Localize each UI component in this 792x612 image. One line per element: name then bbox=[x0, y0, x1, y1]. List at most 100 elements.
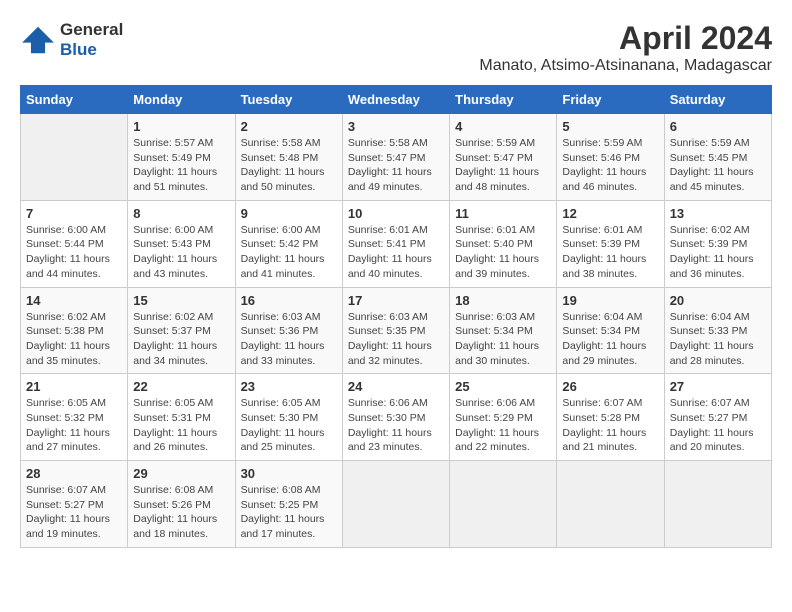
header-row: SundayMondayTuesdayWednesdayThursdayFrid… bbox=[21, 86, 772, 114]
day-cell: 15 Sunrise: 6:02 AMSunset: 5:37 PMDayligh… bbox=[128, 287, 235, 374]
day-number: 14 bbox=[26, 293, 122, 308]
day-info: Sunrise: 6:06 AMSunset: 5:30 PMDaylight:… bbox=[348, 396, 444, 455]
day-number: 28 bbox=[26, 466, 122, 481]
day-cell: 11 Sunrise: 6:01 AMSunset: 5:40 PMDayligh… bbox=[450, 200, 557, 287]
day-info: Sunrise: 6:05 AMSunset: 5:31 PMDaylight:… bbox=[133, 396, 229, 455]
day-info: Sunrise: 6:04 AMSunset: 5:34 PMDaylight:… bbox=[562, 310, 658, 369]
day-info: Sunrise: 6:03 AMSunset: 5:35 PMDaylight:… bbox=[348, 310, 444, 369]
day-cell: 13Sunrise: 6:02 AMSunset: 5:39 PMDayligh… bbox=[664, 200, 771, 287]
day-cell bbox=[21, 114, 128, 201]
day-info: Sunrise: 5:58 AMSunset: 5:47 PMDaylight:… bbox=[348, 136, 444, 195]
day-info: Sunrise: 6:07 AMSunset: 5:28 PMDaylight:… bbox=[562, 396, 658, 455]
day-info: Sunrise: 6:05 AMSunset: 5:30 PMDaylight:… bbox=[241, 396, 337, 455]
day-number: 18 bbox=[455, 293, 551, 308]
week-row-5: 28 Sunrise: 6:07 AMSunset: 5:27 PMDayligh… bbox=[21, 461, 772, 548]
day-cell: 19 Sunrise: 6:04 AMSunset: 5:34 PMDayligh… bbox=[557, 287, 664, 374]
col-header-tuesday: Tuesday bbox=[235, 86, 342, 114]
day-number: 22 bbox=[133, 379, 229, 394]
day-cell: 29Sunrise: 6:08 AMSunset: 5:26 PMDayligh… bbox=[128, 461, 235, 548]
day-info: Sunrise: 6:07 AMSunset: 5:27 PMDaylight:… bbox=[26, 483, 122, 542]
day-cell: 27Sunrise: 6:07 AMSunset: 5:27 PMDayligh… bbox=[664, 374, 771, 461]
day-number: 16 bbox=[241, 293, 337, 308]
day-number: 6 bbox=[670, 119, 766, 134]
day-info: Sunrise: 6:00 AMSunset: 5:42 PMDaylight:… bbox=[241, 223, 337, 282]
logo-text: General Blue bbox=[60, 20, 123, 60]
day-cell bbox=[664, 461, 771, 548]
day-number: 13 bbox=[670, 206, 766, 221]
day-number: 3 bbox=[348, 119, 444, 134]
day-number: 21 bbox=[26, 379, 122, 394]
day-cell: 21Sunrise: 6:05 AMSunset: 5:32 PMDayligh… bbox=[21, 374, 128, 461]
page-header: General Blue April 2024 Manato, Atsimo-A… bbox=[20, 20, 772, 75]
day-cell: 17 Sunrise: 6:03 AMSunset: 5:35 PMDayligh… bbox=[342, 287, 449, 374]
day-number: 30 bbox=[241, 466, 337, 481]
logo-icon bbox=[20, 25, 56, 55]
day-number: 4 bbox=[455, 119, 551, 134]
col-header-saturday: Saturday bbox=[664, 86, 771, 114]
day-number: 11 bbox=[455, 206, 551, 221]
day-number: 5 bbox=[562, 119, 658, 134]
week-row-3: 14Sunrise: 6:02 AMSunset: 5:38 PMDayligh… bbox=[21, 287, 772, 374]
day-number: 17 bbox=[348, 293, 444, 308]
day-cell: 2 Sunrise: 5:58 AMSunset: 5:48 PMDaylight… bbox=[235, 114, 342, 201]
title-block: April 2024 Manato, Atsimo-Atsinanana, Ma… bbox=[479, 20, 772, 75]
day-number: 12 bbox=[562, 206, 658, 221]
day-number: 8 bbox=[133, 206, 229, 221]
day-cell: 20 Sunrise: 6:04 AMSunset: 5:33 PMDayligh… bbox=[664, 287, 771, 374]
day-number: 15 bbox=[133, 293, 229, 308]
day-info: Sunrise: 6:01 AMSunset: 5:40 PMDaylight:… bbox=[455, 223, 551, 282]
day-cell: 6 Sunrise: 5:59 AMSunset: 5:45 PMDaylight… bbox=[664, 114, 771, 201]
col-header-wednesday: Wednesday bbox=[342, 86, 449, 114]
day-number: 24 bbox=[348, 379, 444, 394]
day-cell: 3 Sunrise: 5:58 AMSunset: 5:47 PMDaylight… bbox=[342, 114, 449, 201]
day-info: Sunrise: 6:02 AMSunset: 5:37 PMDaylight:… bbox=[133, 310, 229, 369]
col-header-monday: Monday bbox=[128, 86, 235, 114]
col-header-sunday: Sunday bbox=[21, 86, 128, 114]
day-number: 26 bbox=[562, 379, 658, 394]
day-info: Sunrise: 6:01 AMSunset: 5:41 PMDaylight:… bbox=[348, 223, 444, 282]
day-info: Sunrise: 5:59 AMSunset: 5:45 PMDaylight:… bbox=[670, 136, 766, 195]
day-info: Sunrise: 6:03 AMSunset: 5:34 PMDaylight:… bbox=[455, 310, 551, 369]
day-info: Sunrise: 6:08 AMSunset: 5:25 PMDaylight:… bbox=[241, 483, 337, 542]
day-cell: 14Sunrise: 6:02 AMSunset: 5:38 PMDayligh… bbox=[21, 287, 128, 374]
day-number: 7 bbox=[26, 206, 122, 221]
day-info: Sunrise: 6:01 AMSunset: 5:39 PMDaylight:… bbox=[562, 223, 658, 282]
day-cell: 1 Sunrise: 5:57 AMSunset: 5:49 PMDaylight… bbox=[128, 114, 235, 201]
day-info: Sunrise: 5:58 AMSunset: 5:48 PMDaylight:… bbox=[241, 136, 337, 195]
day-number: 20 bbox=[670, 293, 766, 308]
day-cell bbox=[342, 461, 449, 548]
day-cell bbox=[557, 461, 664, 548]
day-number: 2 bbox=[241, 119, 337, 134]
day-info: Sunrise: 6:00 AMSunset: 5:43 PMDaylight:… bbox=[133, 223, 229, 282]
day-info: Sunrise: 6:04 AMSunset: 5:33 PMDaylight:… bbox=[670, 310, 766, 369]
col-header-thursday: Thursday bbox=[450, 86, 557, 114]
day-cell: 16 Sunrise: 6:03 AMSunset: 5:36 PMDayligh… bbox=[235, 287, 342, 374]
day-number: 25 bbox=[455, 379, 551, 394]
calendar-subtitle: Manato, Atsimo-Atsinanana, Madagascar bbox=[479, 57, 772, 75]
day-info: Sunrise: 6:03 AMSunset: 5:36 PMDaylight:… bbox=[241, 310, 337, 369]
day-cell: 8 Sunrise: 6:00 AMSunset: 5:43 PMDaylight… bbox=[128, 200, 235, 287]
day-cell: 25 Sunrise: 6:06 AMSunset: 5:29 PMDayligh… bbox=[450, 374, 557, 461]
day-cell: 22 Sunrise: 6:05 AMSunset: 5:31 PMDayligh… bbox=[128, 374, 235, 461]
day-cell: 24 Sunrise: 6:06 AMSunset: 5:30 PMDayligh… bbox=[342, 374, 449, 461]
day-number: 23 bbox=[241, 379, 337, 394]
day-number: 1 bbox=[133, 119, 229, 134]
day-cell: 4 Sunrise: 5:59 AMSunset: 5:47 PMDaylight… bbox=[450, 114, 557, 201]
day-number: 9 bbox=[241, 206, 337, 221]
col-header-friday: Friday bbox=[557, 86, 664, 114]
week-row-2: 7Sunrise: 6:00 AMSunset: 5:44 PMDaylight… bbox=[21, 200, 772, 287]
day-cell: 23 Sunrise: 6:05 AMSunset: 5:30 PMDayligh… bbox=[235, 374, 342, 461]
day-info: Sunrise: 5:57 AMSunset: 5:49 PMDaylight:… bbox=[133, 136, 229, 195]
day-info: Sunrise: 6:08 AMSunset: 5:26 PMDaylight:… bbox=[133, 483, 229, 542]
day-cell: 18 Sunrise: 6:03 AMSunset: 5:34 PMDayligh… bbox=[450, 287, 557, 374]
day-info: Sunrise: 6:06 AMSunset: 5:29 PMDaylight:… bbox=[455, 396, 551, 455]
day-cell: 9 Sunrise: 6:00 AMSunset: 5:42 PMDaylight… bbox=[235, 200, 342, 287]
calendar-title: April 2024 bbox=[479, 20, 772, 57]
day-info: Sunrise: 5:59 AMSunset: 5:47 PMDaylight:… bbox=[455, 136, 551, 195]
week-row-1: 1 Sunrise: 5:57 AMSunset: 5:49 PMDaylight… bbox=[21, 114, 772, 201]
day-info: Sunrise: 5:59 AMSunset: 5:46 PMDaylight:… bbox=[562, 136, 658, 195]
week-row-4: 21Sunrise: 6:05 AMSunset: 5:32 PMDayligh… bbox=[21, 374, 772, 461]
day-cell bbox=[450, 461, 557, 548]
day-cell: 26 Sunrise: 6:07 AMSunset: 5:28 PMDayligh… bbox=[557, 374, 664, 461]
day-number: 19 bbox=[562, 293, 658, 308]
